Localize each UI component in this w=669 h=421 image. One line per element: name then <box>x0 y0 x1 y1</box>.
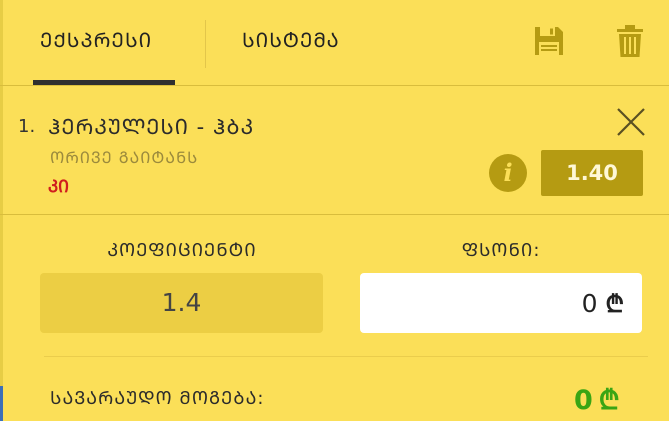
trash-icon <box>617 25 643 57</box>
lari-currency-icon: ₾ <box>598 385 620 416</box>
betslip-tabs: ᲔᲥᲡᲞᲠᲔᲡᲘ ᲡᲘᲡᲢᲔᲛᲐ <box>0 0 669 86</box>
coefficient-value: 1.4 <box>40 273 323 333</box>
tab-system[interactable]: ᲡᲘᲡᲢᲔᲛᲐ <box>242 26 340 53</box>
bet-event-name: ᲰᲔᲠᲙᲣᲚᲔᲡᲘ - ᲰᲑᲙ <box>48 115 255 139</box>
bet-selection: ᲙᲘ <box>48 177 69 197</box>
bet-index: 1. <box>18 116 36 137</box>
floppy-disk-icon <box>535 27 563 55</box>
lari-currency-icon: ₾ <box>605 289 624 318</box>
info-icon[interactable]: i <box>489 154 527 192</box>
potential-win-amount: 0 ₾ <box>574 380 620 417</box>
potential-win-label: ᲡᲐᲕᲐᲠᲐᲣᲓᲝ ᲛᲝᲒᲔᲑᲐ: <box>50 388 265 409</box>
bet-odd: 1.40 <box>541 150 643 196</box>
stake-label: ᲤᲡᲝᲜᲘ: <box>461 240 541 261</box>
delete-all-button[interactable] <box>615 24 649 58</box>
tab-separator <box>205 20 206 68</box>
left-edge-accent <box>0 386 3 421</box>
bet-divider <box>0 214 669 215</box>
bet-market-name: ᲝᲠᲘᲕᲔ ᲒᲐᲘᲢᲐᲜᲡ <box>50 148 199 167</box>
remove-bet-button[interactable] <box>615 106 647 138</box>
section-divider <box>44 356 648 357</box>
potential-win-value: 0 <box>574 385 593 416</box>
tab-express[interactable]: ᲔᲥᲡᲞᲠᲔᲡᲘ <box>40 26 152 53</box>
save-button[interactable] <box>532 24 566 58</box>
close-icon <box>617 108 645 136</box>
stake-input[interactable]: 0 ₾ <box>360 273 642 333</box>
stake-value[interactable]: 0 <box>582 289 598 318</box>
coefficient-label: ᲙᲝᲔᲤᲘᲪᲘᲔᲜᲢᲘ <box>107 240 257 261</box>
bet-item: 1. ᲰᲔᲠᲙᲣᲚᲔᲡᲘ - ᲰᲑᲙ ᲝᲠᲘᲕᲔ ᲒᲐᲘᲢᲐᲜᲡ ᲙᲘ i 1.… <box>0 86 669 214</box>
